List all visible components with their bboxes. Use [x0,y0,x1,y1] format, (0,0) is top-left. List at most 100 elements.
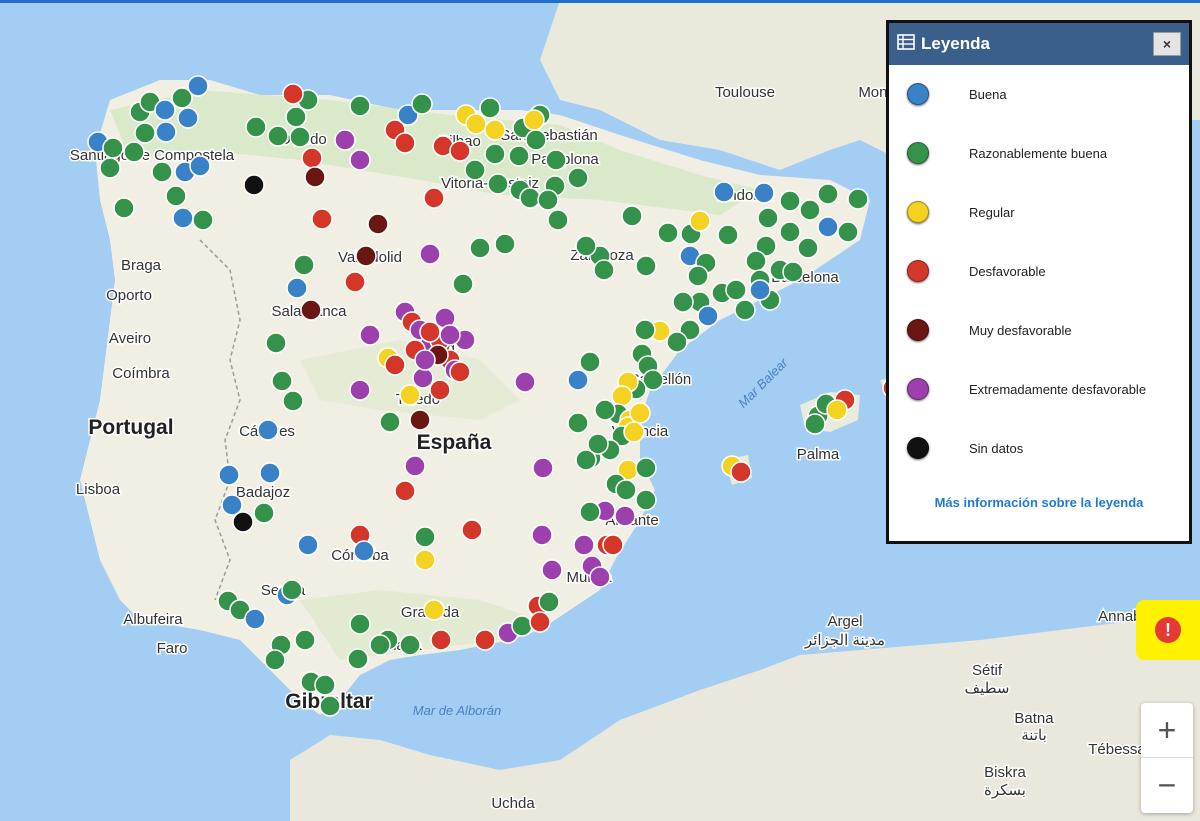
station-marker[interactable] [745,250,767,272]
station-marker[interactable] [349,95,371,117]
station-marker[interactable] [301,147,323,169]
station-marker[interactable] [615,479,637,501]
station-marker[interactable] [165,185,187,207]
station-marker[interactable] [113,197,135,219]
station-marker[interactable] [547,209,569,231]
station-marker[interactable] [253,502,275,524]
station-marker[interactable] [725,279,747,301]
station-marker[interactable] [614,505,636,527]
station-marker[interactable] [545,149,567,171]
station-marker[interactable] [102,137,124,159]
station-marker[interactable] [244,608,266,630]
station-marker[interactable] [519,187,541,209]
station-marker[interactable] [344,271,366,293]
station-marker[interactable] [687,265,709,287]
station-marker[interactable] [666,331,688,353]
station-marker[interactable] [635,457,657,479]
station-marker[interactable] [285,106,307,128]
station-marker[interactable] [817,183,839,205]
station-marker[interactable] [304,166,326,188]
station-marker[interactable] [567,167,589,189]
station-marker[interactable] [412,367,434,389]
station-marker[interactable] [621,205,643,227]
station-marker[interactable] [537,189,559,211]
station-marker[interactable] [293,254,315,276]
station-marker[interactable] [353,540,375,562]
station-marker[interactable] [187,75,209,97]
station-marker[interactable] [409,409,431,431]
station-marker[interactable] [151,161,173,183]
zoom-out-button[interactable]: − [1141,757,1193,812]
station-marker[interactable] [271,370,293,392]
station-marker[interactable] [487,173,509,195]
station-marker[interactable] [541,559,563,581]
station-marker[interactable] [281,579,303,601]
station-marker[interactable] [414,526,436,548]
station-marker[interactable] [465,113,487,135]
station-marker[interactable] [657,222,679,244]
station-marker[interactable] [817,216,839,238]
station-marker[interactable] [593,259,615,281]
station-marker[interactable] [579,351,601,373]
station-marker[interactable] [479,97,501,119]
station-marker[interactable] [589,566,611,588]
station-marker[interactable] [265,332,287,354]
station-marker[interactable] [439,324,461,346]
station-marker[interactable] [154,99,176,121]
station-marker[interactable] [511,615,533,637]
station-marker[interactable] [414,549,436,571]
station-marker[interactable] [579,501,601,523]
station-marker[interactable] [508,145,530,167]
station-marker[interactable] [575,449,597,471]
station-marker[interactable] [264,649,286,671]
station-marker[interactable] [221,494,243,516]
station-marker[interactable] [394,480,416,502]
station-marker[interactable] [419,243,441,265]
station-marker[interactable] [514,371,536,393]
station-marker[interactable] [349,379,371,401]
station-marker[interactable] [319,695,341,717]
station-marker[interactable] [423,187,445,209]
station-marker[interactable] [297,534,319,556]
station-marker[interactable] [218,464,240,486]
station-marker[interactable] [311,208,333,230]
station-marker[interactable] [529,611,551,633]
station-marker[interactable] [411,93,433,115]
station-marker[interactable] [257,419,279,441]
station-marker[interactable] [717,224,739,246]
station-marker[interactable] [611,385,633,407]
station-marker[interactable] [192,209,214,231]
station-marker[interactable] [847,188,869,210]
station-marker[interactable] [689,210,711,232]
station-marker[interactable] [461,519,483,541]
station-marker[interactable] [484,143,506,165]
station-marker[interactable] [567,412,589,434]
station-marker[interactable] [379,411,401,433]
zoom-in-button[interactable]: + [1141,703,1193,757]
station-marker[interactable] [414,349,436,371]
station-marker[interactable] [734,299,756,321]
station-marker[interactable] [730,461,752,483]
station-marker[interactable] [697,305,719,327]
station-marker[interactable] [779,190,801,212]
station-marker[interactable] [189,155,211,177]
station-marker[interactable] [282,390,304,412]
station-marker[interactable] [349,613,371,635]
station-marker[interactable] [367,213,389,235]
station-marker[interactable] [419,321,441,343]
station-marker[interactable] [289,126,311,148]
station-marker[interactable] [531,524,553,546]
station-marker[interactable] [286,277,308,299]
station-marker[interactable] [359,324,381,346]
alert-button[interactable]: ! [1136,600,1200,660]
station-marker[interactable] [629,402,651,424]
station-marker[interactable] [452,273,474,295]
station-marker[interactable] [399,634,421,656]
station-marker[interactable] [567,369,589,391]
station-marker[interactable] [429,379,451,401]
station-marker[interactable] [155,121,177,143]
legend-more-info-link[interactable]: Más información sobre la leyenda [889,495,1189,510]
station-marker[interactable] [635,255,657,277]
station-marker[interactable] [177,107,199,129]
station-marker[interactable] [282,83,304,105]
